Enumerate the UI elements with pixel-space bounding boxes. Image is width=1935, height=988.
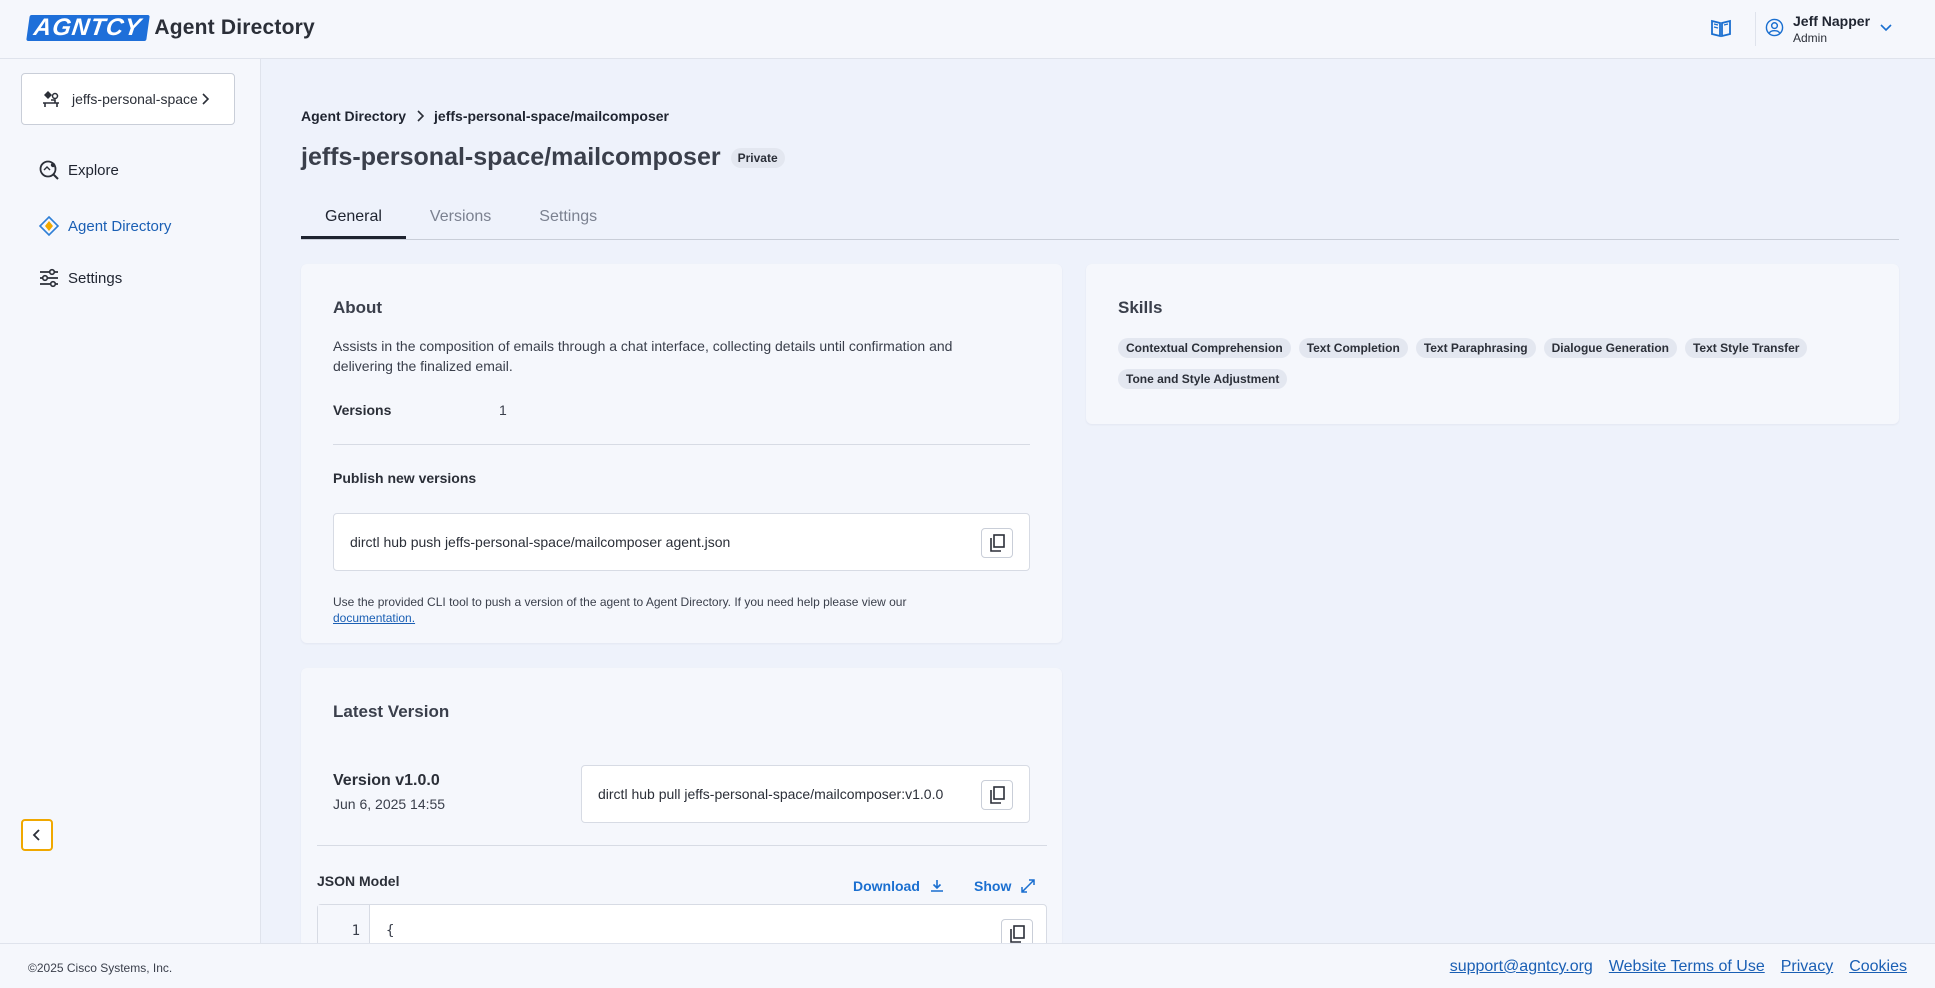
show-label: Show [974,878,1012,894]
download-icon [930,880,943,892]
code-gutter: 1 [318,905,370,948]
line-number: 1 [351,923,360,939]
copy-icon [990,786,1005,804]
documentation-link[interactable]: documentation. [333,611,415,625]
pull-command-box[interactable]: dirctl hub pull jeffs-personal-space/mai… [581,765,1030,823]
tab-general[interactable]: General [301,200,406,239]
sliders-icon [40,268,58,288]
cookies-link[interactable]: Cookies [1849,958,1907,976]
chevron-right-icon [202,93,209,105]
publish-label: Publish new versions [333,470,477,486]
explore-icon [39,160,59,180]
pull-command-text[interactable]: dirctl hub pull jeffs-personal-space/mai… [598,786,943,802]
chevron-down-icon[interactable] [1880,22,1892,32]
skill-tag: Tone and Style Adjustment [1118,369,1288,389]
skill-tag: Contextual Comprehension [1118,338,1291,358]
chevron-left-icon [32,829,40,841]
push-command-text[interactable]: dirctl hub push jeffs-personal-space/mai… [350,534,730,550]
show-json-button[interactable]: Show [974,878,1036,894]
tab-bar: General Versions Settings [301,200,1899,240]
copy-icon [990,534,1005,552]
skills-card: Skills Contextual Comprehension Text Com… [1086,264,1899,424]
skill-tag: Text Completion [1298,338,1408,358]
skills-list: Contextual Comprehension Text Completion… [1118,338,1878,389]
help-text-body: Use the provided CLI tool to push a vers… [333,595,907,609]
sidebar-item-label: Agent Directory [68,217,172,235]
about-description: Assists in the composition of emails thr… [333,338,953,374]
support-email-link[interactable]: support@agntcy.org [1450,958,1593,976]
sidebar-item-agent-directory[interactable]: Agent Directory [38,215,171,237]
footer-links: support@agntcy.org Website Terms of Use … [1450,958,1907,976]
code-line: { [386,923,395,939]
sidebar: jeffs-personal-space Explore Agent Direc… [0,59,261,943]
visibility-badge: Private [730,147,785,168]
page-title: jeffs-personal-space/mailcomposer [301,143,721,171]
copy-push-command-button[interactable] [981,528,1013,558]
user-role: Admin [1793,31,1828,45]
space-switcher-button[interactable]: jeffs-personal-space [21,73,235,125]
json-code-viewer[interactable]: 1 { [317,904,1047,948]
tab-versions[interactable]: Versions [406,200,515,239]
about-title: About [333,298,383,317]
divider [317,845,1047,846]
agent-directory-icon [38,215,60,237]
book-icon[interactable] [1710,18,1732,38]
breadcrumb-current: jeffs-personal-space/mailcomposer [434,108,670,124]
breadcrumb-root-link[interactable]: Agent Directory [301,108,406,124]
divider [333,444,1030,445]
copyright-text: ©2025 Cisco Systems, Inc. [28,961,173,975]
brand-badge: AGNTCY [26,14,151,41]
json-model-label: JSON Model [317,873,400,889]
latest-version-card: Latest Version Version v1.0.0 Jun 6, 202… [301,668,1062,948]
header-divider [1755,12,1756,46]
versions-count: 1 [499,402,507,418]
brand-logo[interactable]: AGNTCY Agent Directory [26,14,315,41]
help-text: Use the provided CLI tool to push a vers… [333,594,1033,626]
user-name[interactable]: Jeff Napper [1793,13,1870,29]
push-command-box[interactable]: dirctl hub push jeffs-personal-space/mai… [333,513,1030,571]
versions-label: Versions [333,402,392,418]
sidebar-item-explore[interactable]: Explore [38,159,119,181]
brand-name: Agent Directory [154,16,315,39]
tab-settings[interactable]: Settings [515,200,621,239]
version-number: Version v1.0.0 [333,772,440,789]
sidebar-item-label: Settings [68,269,123,287]
about-card: About Assists in the composition of emai… [301,264,1062,643]
breadcrumb: Agent Directory jeffs-personal-space/mai… [301,108,669,124]
latest-version-title: Latest Version [333,702,450,721]
sidebar-item-settings[interactable]: Settings [38,267,122,289]
footer: ©2025 Cisco Systems, Inc. support@agntcy… [0,943,1935,988]
workspace-icon [43,91,59,107]
skill-tag: Dialogue Generation [1543,338,1677,358]
privacy-link[interactable]: Privacy [1781,958,1833,976]
download-button[interactable]: Download [853,878,944,894]
user-avatar-icon[interactable] [1765,18,1784,37]
copy-pull-command-button[interactable] [981,780,1013,810]
terms-link[interactable]: Website Terms of Use [1609,958,1765,976]
skill-tag: Text Style Transfer [1684,338,1808,358]
space-name: jeffs-personal-space [72,91,198,107]
chevron-right-icon [417,110,425,122]
expand-icon [1021,879,1036,893]
download-label: Download [853,878,920,894]
collapse-sidebar-button[interactable] [21,819,53,851]
sidebar-item-label: Explore [68,161,119,179]
page-title-row: jeffs-personal-space/mailcomposer Privat… [301,143,785,172]
skill-tag: Text Paraphrasing [1415,338,1536,358]
version-date: Jun 6, 2025 14:55 [333,796,446,812]
top-header: AGNTCY Agent Directory Jeff Napper Admin [0,0,1935,59]
copy-icon [1010,925,1025,943]
skills-title: Skills [1118,298,1163,317]
